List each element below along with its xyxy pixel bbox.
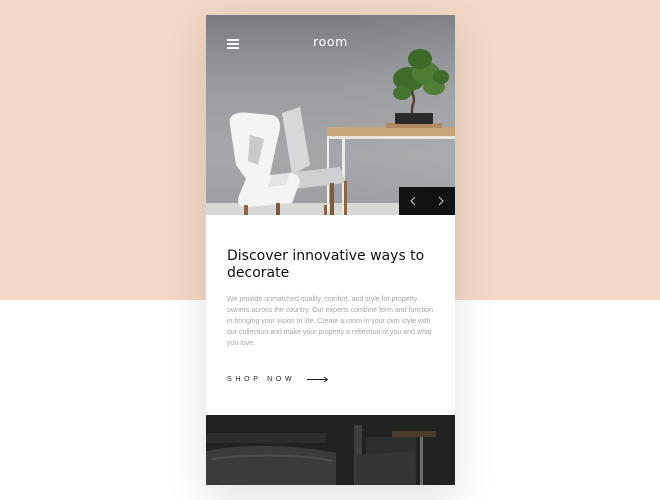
- hero-image: room: [206, 15, 455, 215]
- shop-now-label: SHOP NOW: [227, 375, 296, 383]
- dark-interior-illustration: [206, 415, 455, 485]
- arrow-right-icon: [307, 370, 329, 388]
- slider-navigation: [399, 187, 455, 215]
- mobile-screen: room Discover innovative ways to decorat…: [206, 15, 455, 485]
- chevron-left-icon[interactable]: [399, 187, 427, 215]
- content-section: Discover innovative ways to decorate We …: [227, 248, 437, 349]
- shop-now-link[interactable]: SHOP NOW: [227, 370, 329, 388]
- chevron-right-icon[interactable]: [427, 187, 455, 215]
- bedroom-preview-image: [206, 415, 455, 485]
- brand-logo: room: [313, 34, 348, 49]
- description: We provide unmatched quality, comfort, a…: [227, 296, 434, 347]
- bonsai-plant: [386, 49, 449, 128]
- headline: Discover innovative ways to decorate: [227, 248, 425, 281]
- white-chair: [229, 112, 327, 215]
